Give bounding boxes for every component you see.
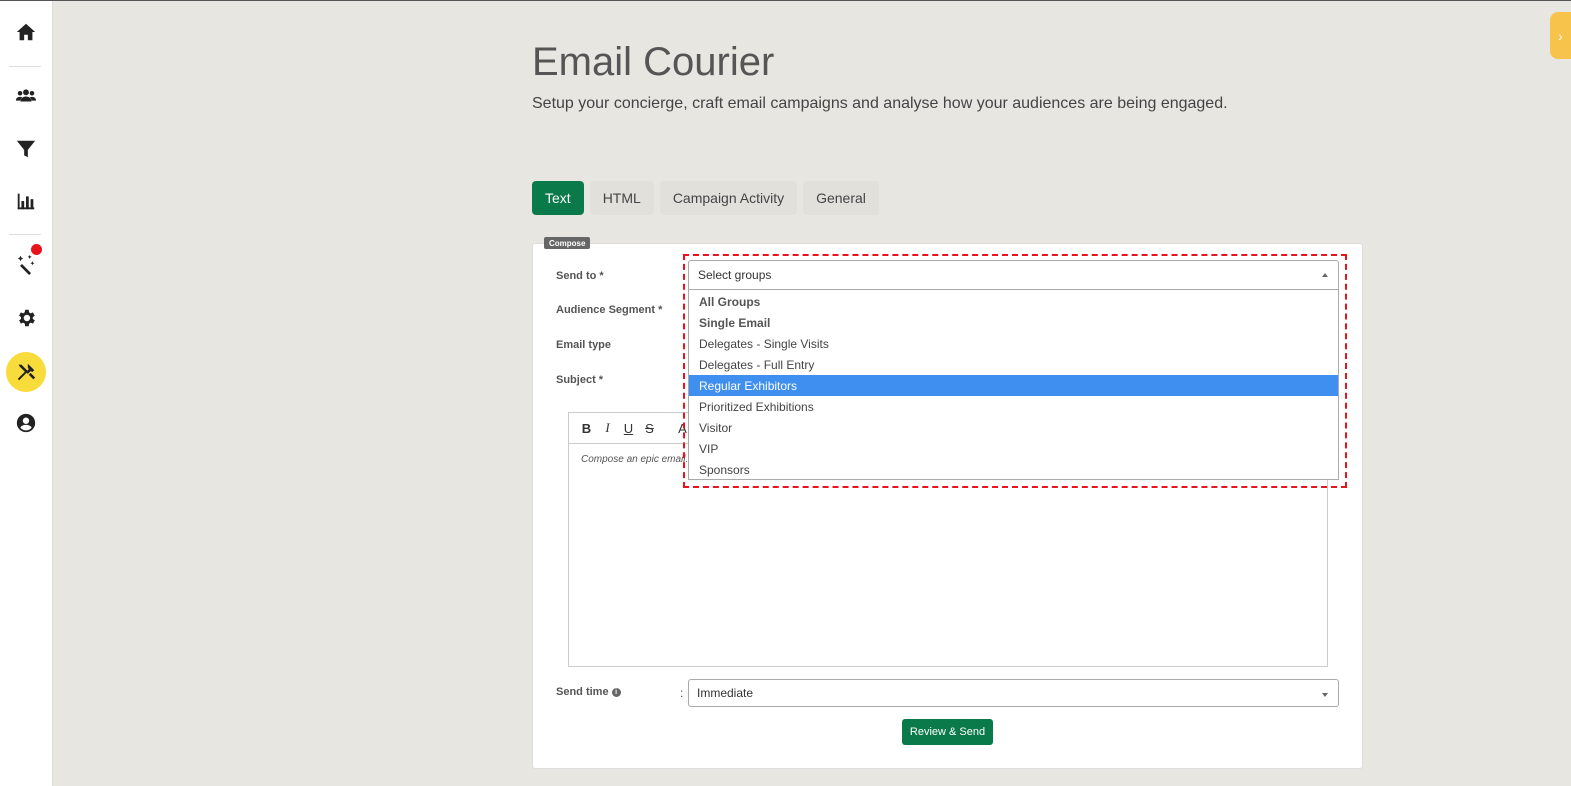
chevron-down-icon bbox=[1322, 693, 1328, 697]
strikethrough-button[interactable]: S bbox=[642, 419, 657, 437]
send-time-label: Send time i bbox=[556, 686, 621, 698]
bar-chart-icon bbox=[17, 193, 35, 210]
dropdown-highlight-box bbox=[683, 254, 1347, 488]
users-icon bbox=[15, 89, 37, 102]
gear-icon bbox=[19, 309, 35, 327]
bold-button[interactable]: B bbox=[579, 419, 594, 437]
chevron-right-icon: › bbox=[1558, 27, 1563, 44]
editor-placeholder: Compose an epic email... bbox=[581, 454, 694, 465]
compose-badge: Compose bbox=[544, 237, 591, 249]
send-time-value: Immediate bbox=[697, 686, 754, 700]
collapse-panel-tab[interactable]: › bbox=[1550, 12, 1571, 59]
tab-bar: Text HTML Campaign Activity General bbox=[532, 181, 879, 215]
magic-wand-icon bbox=[17, 254, 35, 275]
sidebar-item-home[interactable] bbox=[6, 12, 46, 52]
sidebar-item-profile[interactable] bbox=[6, 403, 46, 443]
review-send-button[interactable]: Review & Send bbox=[902, 719, 993, 745]
home-icon bbox=[16, 23, 36, 41]
sidebar bbox=[0, 1, 53, 786]
sidebar-item-settings[interactable] bbox=[6, 298, 46, 338]
page-subtitle: Setup your concierge, craft email campai… bbox=[532, 95, 1228, 112]
email-type-label: Email type bbox=[556, 339, 612, 351]
tab-text[interactable]: Text bbox=[532, 181, 584, 215]
sidebar-item-audiences[interactable] bbox=[6, 76, 46, 116]
sidebar-divider bbox=[9, 234, 41, 235]
send-time-colon: : bbox=[680, 686, 684, 700]
top-border bbox=[0, 0, 1571, 1]
sidebar-item-tools[interactable] bbox=[6, 352, 46, 392]
page-title: Email Courier bbox=[532, 40, 775, 84]
sidebar-divider bbox=[9, 66, 41, 67]
user-circle-icon bbox=[16, 413, 36, 433]
subject-label: Subject * bbox=[556, 374, 604, 386]
notification-dot bbox=[31, 244, 42, 255]
sidebar-item-filters[interactable] bbox=[6, 129, 46, 169]
send-to-label: Send to * bbox=[556, 270, 604, 282]
sidebar-item-analytics[interactable] bbox=[6, 181, 46, 221]
italic-button[interactable]: I bbox=[600, 419, 615, 437]
tab-html[interactable]: HTML bbox=[589, 181, 654, 215]
audience-segment-label: Audience Segment * bbox=[556, 304, 663, 316]
underline-button[interactable]: U bbox=[621, 419, 636, 437]
tools-icon bbox=[17, 363, 36, 381]
info-icon[interactable]: i bbox=[611, 688, 621, 697]
send-time-select[interactable]: Immediate bbox=[688, 679, 1339, 707]
tab-general[interactable]: General bbox=[803, 181, 879, 215]
filter-icon bbox=[16, 140, 36, 158]
tab-campaign-activity[interactable]: Campaign Activity bbox=[659, 181, 798, 215]
